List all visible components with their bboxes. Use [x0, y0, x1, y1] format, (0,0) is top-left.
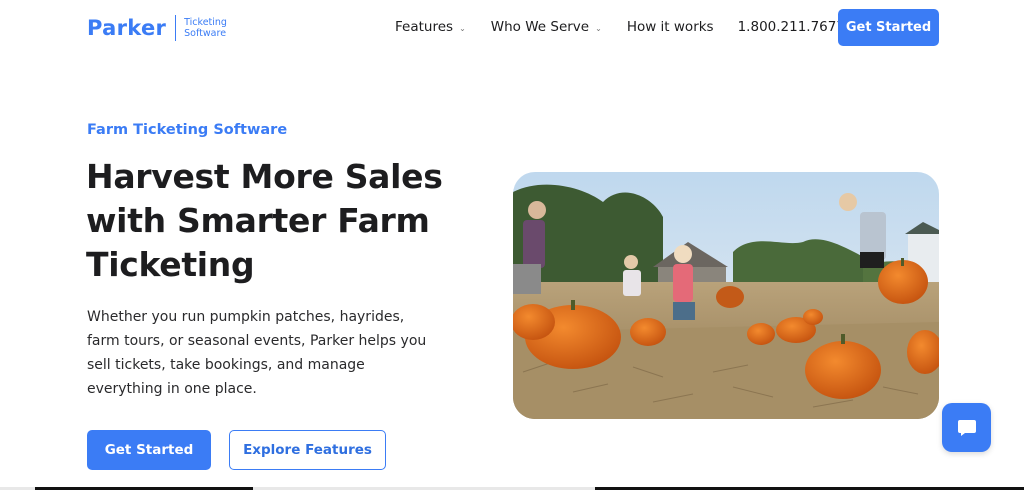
nav-who-we-serve[interactable]: Who We Serve ⌄ — [491, 19, 602, 35]
nav-features-label: Features — [395, 19, 454, 35]
logo-tagline: Ticketing Software — [184, 17, 227, 39]
logo-wordmark: Parker — [87, 16, 167, 40]
nav-who-we-serve-label: Who We Serve — [490, 19, 590, 35]
logo-tagline-line2: Software — [184, 28, 227, 39]
nav-features[interactable]: Features ⌄ — [395, 19, 466, 35]
chat-bubble-icon — [957, 419, 976, 436]
logo-divider — [175, 15, 177, 41]
nav-how-it-works-label: How it works — [626, 19, 714, 35]
chevron-down-icon: ⌄ — [595, 23, 602, 33]
hero-pumpkin-patch-image — [513, 172, 939, 419]
hero-headline: Harvest More Sales with Smarter Farm Tic… — [86, 157, 443, 284]
logo-tagline-line1: Ticketing — [184, 17, 227, 28]
explore-features-button[interactable]: Explore Features — [229, 430, 386, 470]
main-nav: Features ⌄ Who We Serve ⌄ How it works 1… — [395, 19, 845, 35]
phone-number: 1.800.211.7677 — [737, 19, 845, 35]
header-get-started-button[interactable]: Get Started — [838, 9, 939, 46]
get-started-button[interactable]: Get Started — [87, 430, 211, 470]
chevron-down-icon: ⌄ — [459, 23, 466, 33]
chat-widget-button[interactable] — [942, 403, 991, 452]
phone-link[interactable]: 1.800.211.7677 — [738, 19, 845, 35]
site-header: Parker Ticketing Software Features ⌄ Who… — [0, 0, 1024, 56]
parker-logo[interactable]: Parker Ticketing Software — [87, 15, 227, 41]
hero-description: Whether you run pumpkin patches, hayride… — [87, 309, 427, 397]
hero-eyebrow: Farm Ticketing Software — [87, 122, 288, 138]
nav-how-it-works[interactable]: How it works — [627, 19, 714, 35]
